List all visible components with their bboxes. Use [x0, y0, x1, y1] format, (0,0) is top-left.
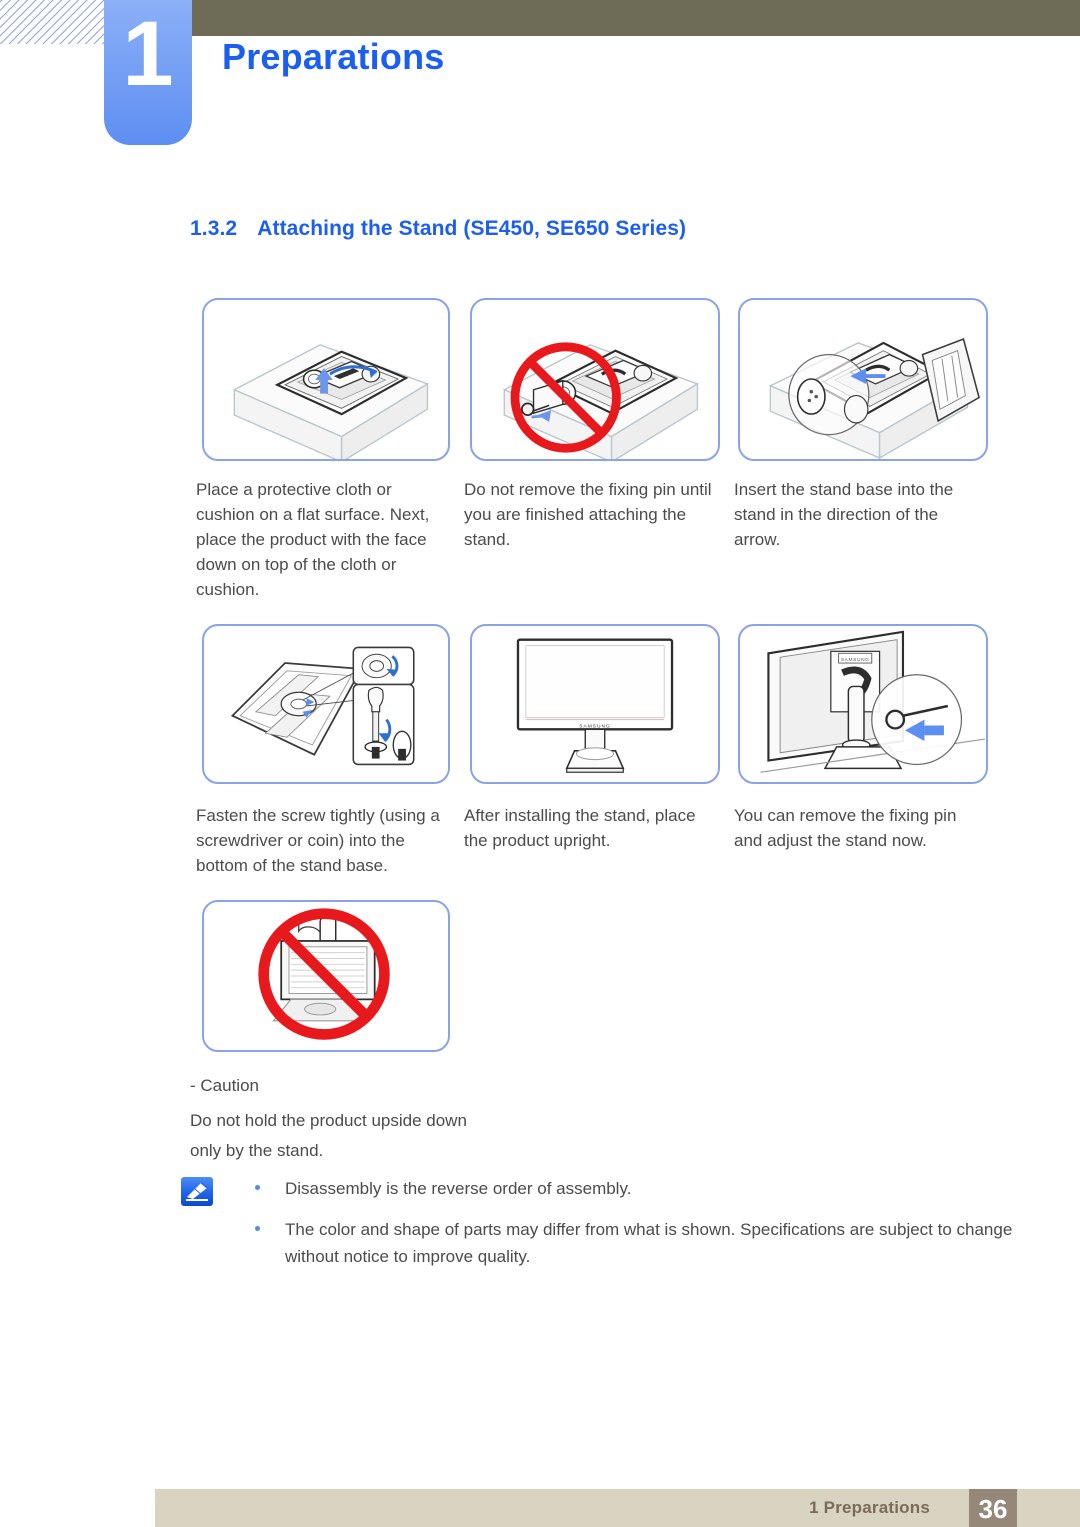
figure-step-2 — [470, 298, 720, 461]
figure-step-5: SAMSUNG — [470, 624, 720, 784]
caution-label: - Caution — [190, 1076, 259, 1095]
page-content: Place a protective cloth or cushion on a… — [0, 0, 1080, 1527]
caption-step-1: Place a protective cloth or cushion on a… — [196, 480, 430, 599]
monitor-brand-label: SAMSUNG — [579, 723, 610, 729]
figure-step-1 — [202, 298, 450, 461]
note-item: The color and shape of parts may differ … — [245, 1216, 1015, 1270]
note-item-text: Disassembly is the reverse order of asse… — [285, 1179, 632, 1198]
footer-chapter-ref: 1 Preparations — [809, 1498, 930, 1517]
note-item-text: The color and shape of parts may differ … — [285, 1220, 1013, 1266]
footer-bar — [155, 1489, 1080, 1527]
caption-step-5: After installing the stand, place the pr… — [464, 806, 696, 850]
caution-text: Do not hold the product upside down only… — [190, 1111, 467, 1160]
figure-step-6: SAMSUNG — [738, 624, 988, 784]
caption-step-6: You can remove the fixing pin and adjust… — [734, 806, 957, 850]
note-item: Disassembly is the reverse order of asse… — [245, 1175, 1015, 1202]
note-pencil-icon — [181, 1177, 213, 1206]
figure-step-3 — [738, 298, 988, 461]
bullet-icon — [255, 1185, 260, 1190]
bullet-icon — [255, 1226, 260, 1231]
figure-step-4 — [202, 624, 450, 784]
caption-step-2: Do not remove the fixing pin until you a… — [464, 480, 712, 549]
caption-step-4: Fasten the screw tightly (using a screwd… — [196, 806, 440, 875]
figure-caution — [202, 900, 450, 1052]
svg-text:SAMSUNG: SAMSUNG — [841, 657, 870, 663]
note-list: Disassembly is the reverse order of asse… — [245, 1175, 1015, 1284]
caption-step-3: Insert the stand base into the stand in … — [734, 480, 954, 549]
page-number: 36 — [978, 1494, 1008, 1524]
